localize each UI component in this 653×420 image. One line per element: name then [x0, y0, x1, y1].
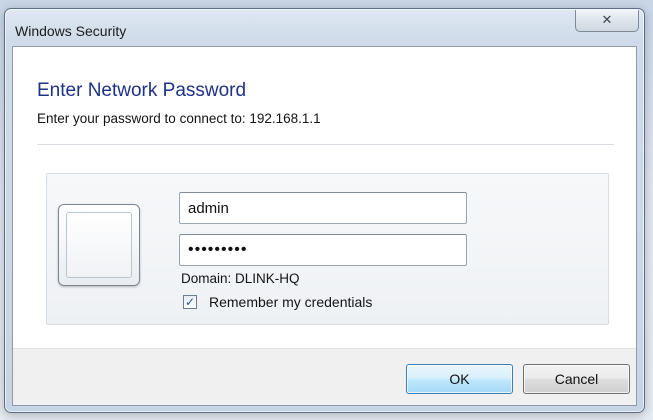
domain-label: Domain: DLINK-HQ	[181, 271, 300, 286]
divider	[37, 144, 614, 145]
dialog-heading: Enter Network Password	[37, 80, 247, 101]
remember-label: Remember my credentials	[209, 294, 373, 310]
user-tile-icon	[58, 204, 140, 286]
close-button[interactable]: ✕	[575, 10, 639, 32]
security-dialog-window: Windows Security ✕ Enter Network Passwor…	[4, 8, 645, 413]
cancel-button[interactable]: Cancel	[523, 364, 630, 394]
button-bar: OK Cancel	[13, 348, 636, 405]
credential-panel: Domain: DLINK-HQ ✓ Remember my credentia…	[46, 173, 609, 325]
dialog-subheading: Enter your password to connect to: 192.1…	[37, 111, 321, 126]
close-icon: ✕	[601, 13, 613, 28]
password-field[interactable]	[179, 234, 467, 266]
checkmark-icon: ✓	[184, 295, 196, 309]
remember-checkbox[interactable]: ✓	[183, 295, 197, 309]
remember-credentials-row[interactable]: ✓ Remember my credentials	[183, 294, 372, 310]
user-tile-frame	[66, 212, 132, 278]
username-field[interactable]	[179, 192, 467, 224]
ok-button[interactable]: OK	[406, 364, 513, 394]
window-title: Windows Security	[15, 23, 127, 39]
title-bar[interactable]: Windows Security ✕	[5, 9, 644, 47]
dialog-content: Enter Network Password Enter your passwo…	[12, 46, 637, 406]
